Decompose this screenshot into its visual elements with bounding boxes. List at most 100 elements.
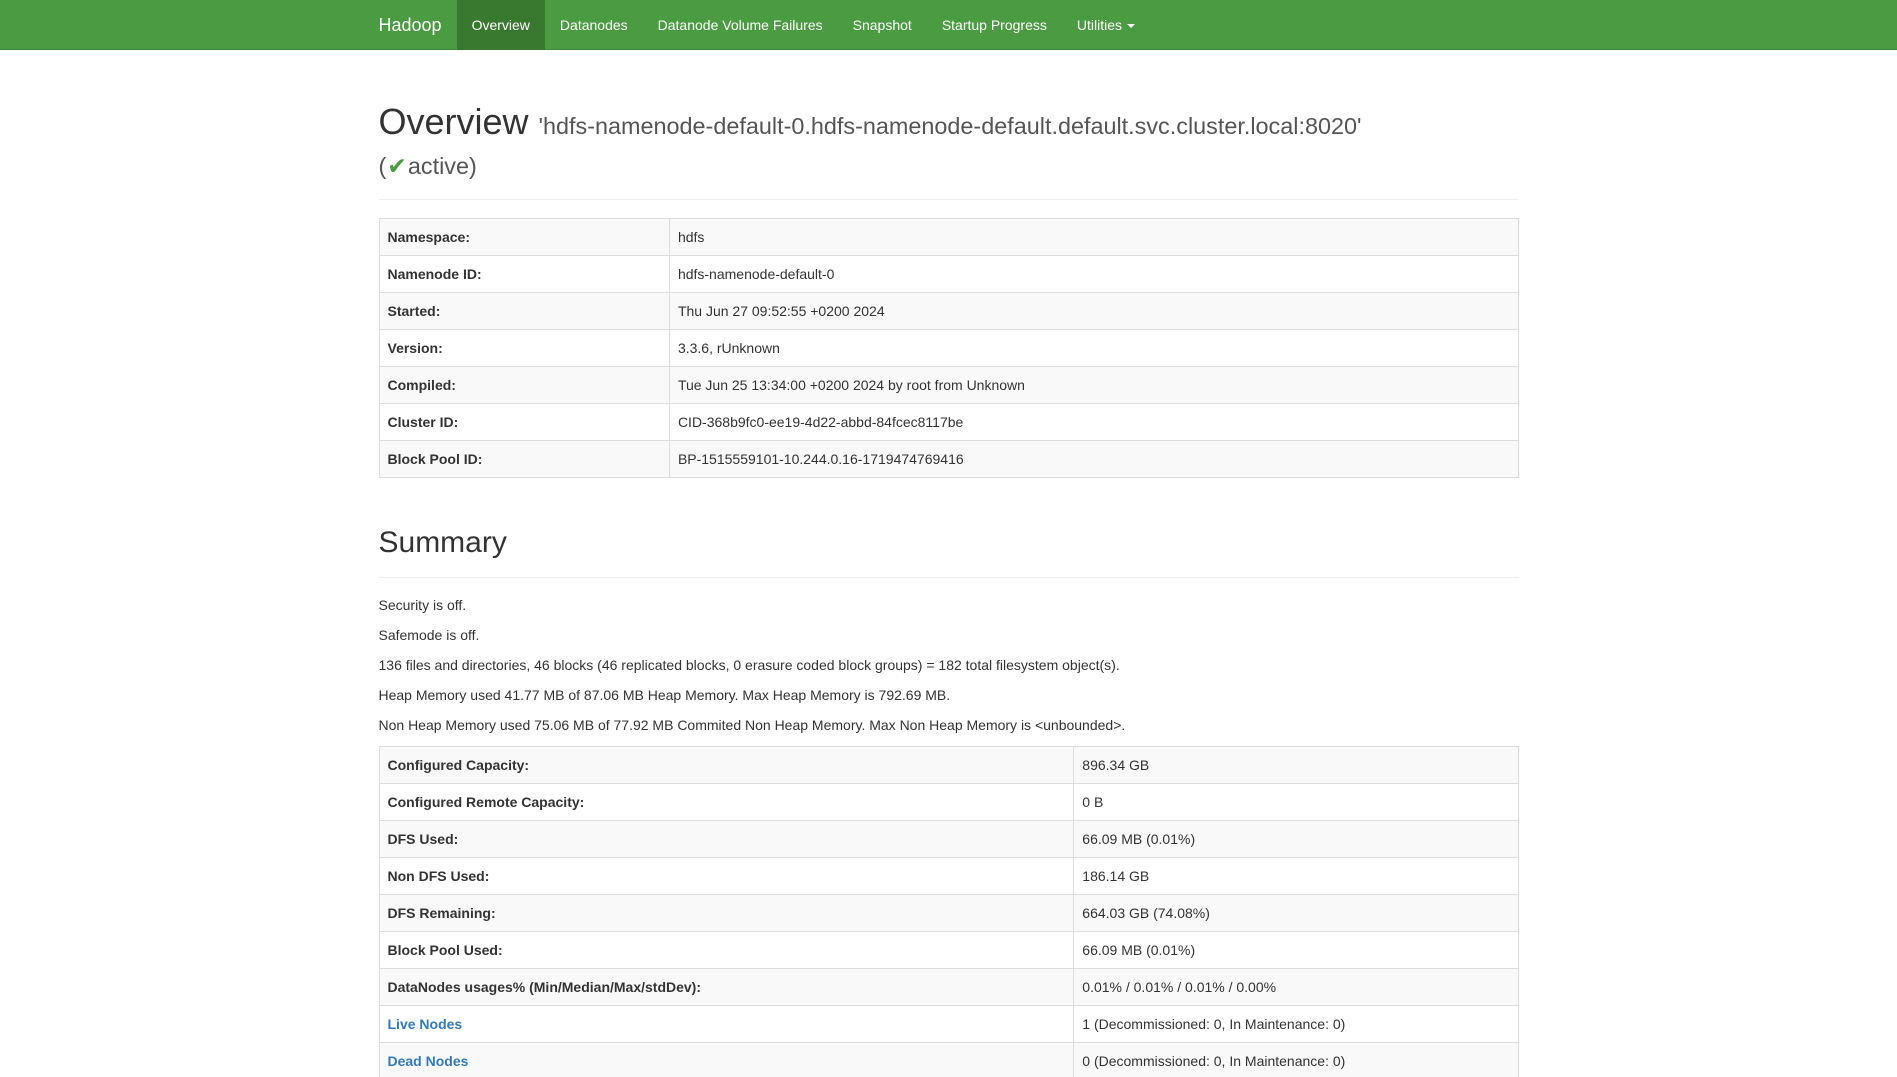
navbar-container: Hadoop Overview Datanodes Datanode Volum… <box>364 0 1534 50</box>
summary-heading: Summary <box>379 526 1519 559</box>
table-row: Version: 3.3.6, rUnknown <box>379 330 1518 367</box>
summary-line: Security is off. <box>379 596 1519 616</box>
table-row: Block Pool ID: BP-1515559101-10.244.0.16… <box>379 441 1518 478</box>
summary-line: Heap Memory used 41.77 MB of 87.06 MB He… <box>379 686 1519 706</box>
row-label: Block Pool Used: <box>379 932 1074 969</box>
brand-link[interactable]: Hadoop <box>379 0 457 50</box>
namenode-info-table-body: Namespace: hdfs Namenode ID: hdfs-nameno… <box>379 219 1518 478</box>
navbar-item: Datanode Volume Failures <box>643 0 838 50</box>
row-label-link[interactable]: Live Nodes <box>388 1016 463 1032</box>
row-label-text: Non DFS Used: <box>388 868 490 884</box>
row-label: Started: <box>379 293 669 330</box>
row-label: Live Nodes <box>379 1006 1074 1043</box>
table-row: Namespace: hdfs <box>379 219 1518 256</box>
summary-line: Non Heap Memory used 75.06 MB of 77.92 M… <box>379 716 1519 736</box>
main-content: Overview 'hdfs-namenode-default-0.hdfs-n… <box>364 102 1534 1077</box>
page-title-text: Overview <box>379 101 529 142</box>
row-label: Compiled: <box>379 367 669 404</box>
navbar-link[interactable]: Datanodes <box>545 0 643 50</box>
navbar-item: Datanodes <box>545 0 643 50</box>
table-row: Cluster ID: CID-368b9fc0-ee19-4d22-abbd-… <box>379 404 1518 441</box>
navbar-link-label: Startup Progress <box>942 17 1047 33</box>
navbar-link[interactable]: Datanode Volume Failures <box>643 0 838 50</box>
row-value: 1 (Decommissioned: 0, In Maintenance: 0) <box>1074 1006 1518 1043</box>
caret-down-icon <box>1127 24 1135 28</box>
title-divider <box>379 199 1519 200</box>
row-label: Dead Nodes <box>379 1043 1074 1077</box>
row-label: Configured Remote Capacity: <box>379 784 1074 821</box>
table-row: Configured Capacity: 896.34 GB <box>379 747 1518 784</box>
page-title: Overview 'hdfs-namenode-default-0.hdfs-n… <box>379 102 1519 181</box>
row-value: 0.01% / 0.01% / 0.01% / 0.00% <box>1074 969 1518 1006</box>
row-value: 66.09 MB (0.01%) <box>1074 932 1518 969</box>
row-label-text: Configured Remote Capacity: <box>388 794 585 810</box>
navbar-item: Startup Progress <box>927 0 1062 50</box>
row-value: 66.09 MB (0.01%) <box>1074 821 1518 858</box>
row-label-text: DFS Remaining: <box>388 905 496 921</box>
row-label: Cluster ID: <box>379 404 669 441</box>
row-label-text: DataNodes usages% (Min/Median/Max/stdDev… <box>388 979 702 995</box>
row-value: 664.03 GB (74.08%) <box>1074 895 1518 932</box>
navbar-link-label: Datanodes <box>560 17 628 33</box>
row-value: 0 (Decommissioned: 0, In Maintenance: 0) <box>1074 1043 1518 1077</box>
navbar-link-label: Datanode Volume Failures <box>658 17 823 33</box>
cluster-stats-table: Configured Capacity: 896.34 GB Configure… <box>379 746 1519 1077</box>
navbar-link-label: Utilities <box>1077 17 1122 33</box>
row-value: 0 B <box>1074 784 1518 821</box>
navbar-menu: Overview Datanodes Datanode Volume Failu… <box>457 0 1150 50</box>
navbar-link-label: Snapshot <box>853 17 912 33</box>
navbar-link-label: Overview <box>472 17 530 33</box>
row-label: Namenode ID: <box>379 256 669 293</box>
row-label-text: Block Pool Used: <box>388 942 503 958</box>
navbar-link[interactable]: Overview <box>457 0 545 50</box>
table-row: DataNodes usages% (Min/Median/Max/stdDev… <box>379 969 1518 1006</box>
navbar-item: Utilities <box>1062 0 1150 50</box>
row-label: Non DFS Used: <box>379 858 1074 895</box>
table-row: DFS Remaining: 664.03 GB (74.08%) <box>379 895 1518 932</box>
row-label: DataNodes usages% (Min/Median/Max/stdDev… <box>379 969 1074 1006</box>
table-row: Live Nodes 1 (Decommissioned: 0, In Main… <box>379 1006 1518 1043</box>
navbar-link[interactable]: Startup Progress <box>927 0 1062 50</box>
row-label: Configured Capacity: <box>379 747 1074 784</box>
table-row: Block Pool Used: 66.09 MB (0.01%) <box>379 932 1518 969</box>
table-row: Namenode ID: hdfs-namenode-default-0 <box>379 256 1518 293</box>
status-label: active) <box>408 153 477 179</box>
navbar-item: Snapshot <box>838 0 927 50</box>
table-row: Configured Remote Capacity: 0 B <box>379 784 1518 821</box>
namenode-status: (active) <box>379 153 477 179</box>
row-value: CID-368b9fc0-ee19-4d22-abbd-84fcec8117be <box>669 404 1518 441</box>
navbar-item: Overview <box>457 0 545 50</box>
check-icon <box>386 153 408 179</box>
summary-paragraphs: Security is off. Safemode is off. 136 fi… <box>379 596 1519 736</box>
navbar-link[interactable]: Utilities <box>1062 0 1150 50</box>
summary-line: Safemode is off. <box>379 626 1519 646</box>
table-row: Dead Nodes 0 (Decommissioned: 0, In Main… <box>379 1043 1518 1077</box>
row-label-text: Configured Capacity: <box>388 757 530 773</box>
row-value: BP-1515559101-10.244.0.16-1719474769416 <box>669 441 1518 478</box>
row-label-link[interactable]: Dead Nodes <box>388 1053 469 1069</box>
row-value: Thu Jun 27 09:52:55 +0200 2024 <box>669 293 1518 330</box>
row-label: DFS Used: <box>379 821 1074 858</box>
row-value: 186.14 GB <box>1074 858 1518 895</box>
namenode-address: 'hdfs-namenode-default-0.hdfs-namenode-d… <box>539 113 1362 139</box>
navbar-link[interactable]: Snapshot <box>838 0 927 50</box>
table-row: DFS Used: 66.09 MB (0.01%) <box>379 821 1518 858</box>
navbar: Hadoop Overview Datanodes Datanode Volum… <box>0 0 1897 50</box>
namenode-info-table: Namespace: hdfs Namenode ID: hdfs-nameno… <box>379 218 1519 478</box>
row-label: Block Pool ID: <box>379 441 669 478</box>
summary-divider <box>379 577 1519 578</box>
row-value: hdfs <box>669 219 1518 256</box>
row-label: Namespace: <box>379 219 669 256</box>
cluster-stats-table-body: Configured Capacity: 896.34 GB Configure… <box>379 747 1518 1077</box>
row-label: Version: <box>379 330 669 367</box>
row-label: DFS Remaining: <box>379 895 1074 932</box>
row-value: 896.34 GB <box>1074 747 1518 784</box>
summary-line: 136 files and directories, 46 blocks (46… <box>379 656 1519 676</box>
row-value: hdfs-namenode-default-0 <box>669 256 1518 293</box>
table-row: Compiled: Tue Jun 25 13:34:00 +0200 2024… <box>379 367 1518 404</box>
table-row: Non DFS Used: 186.14 GB <box>379 858 1518 895</box>
row-value: 3.3.6, rUnknown <box>669 330 1518 367</box>
row-label-text: DFS Used: <box>388 831 459 847</box>
row-value: Tue Jun 25 13:34:00 +0200 2024 by root f… <box>669 367 1518 404</box>
table-row: Started: Thu Jun 27 09:52:55 +0200 2024 <box>379 293 1518 330</box>
